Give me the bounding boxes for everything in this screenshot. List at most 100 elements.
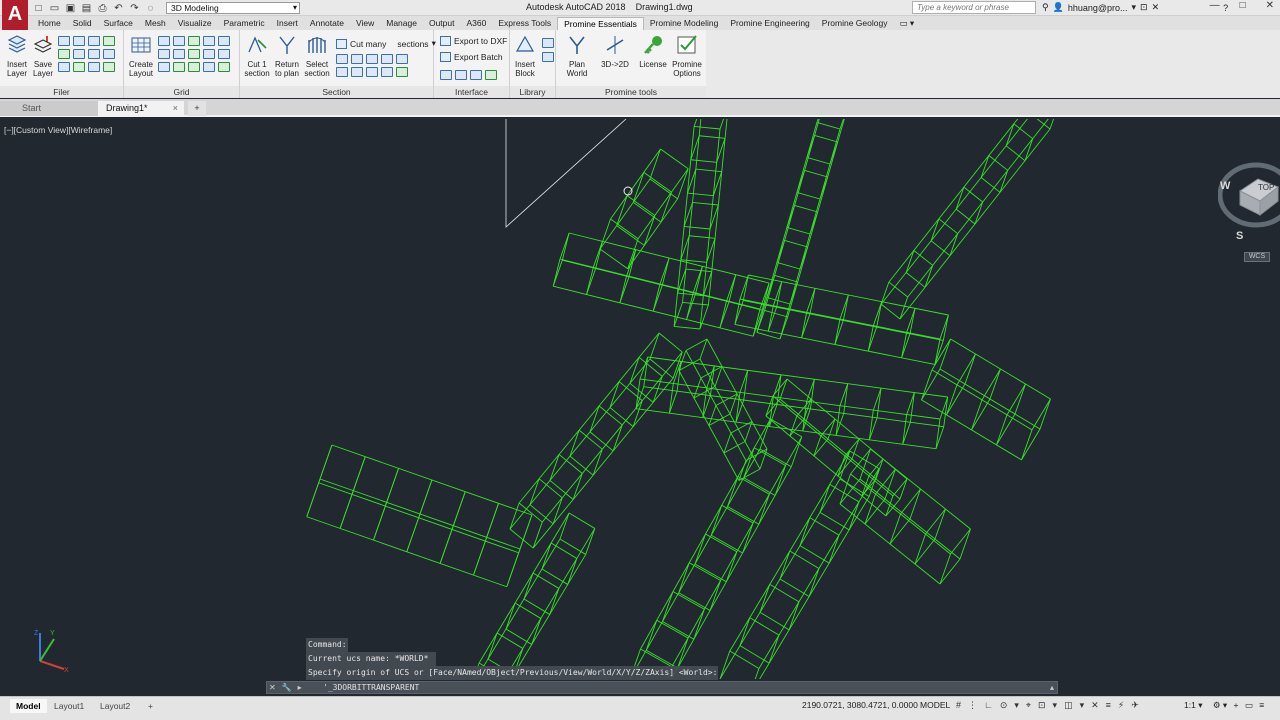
coordinate-readout[interactable]: 2190.0721, 3080.4721, 0.0000 bbox=[802, 700, 918, 710]
tool-icon[interactable] bbox=[88, 62, 100, 72]
command-line[interactable]: ✕ 🔧 ▸ '_3DORBITTRANSPARENT ▴ bbox=[266, 681, 1058, 694]
osnap-icon[interactable]: ⊡ bbox=[1038, 700, 1046, 711]
license-button[interactable]: License bbox=[638, 34, 668, 69]
section-tool-icon[interactable] bbox=[351, 67, 363, 77]
panel-title-section[interactable]: Section bbox=[240, 86, 433, 98]
account-name[interactable]: hhuang@pro... bbox=[1068, 3, 1128, 13]
lineweight-icon[interactable]: ≡ bbox=[1106, 700, 1111, 711]
minimize-icon[interactable]: — bbox=[1210, 0, 1220, 11]
binoculars-icon[interactable]: ⚲ bbox=[1042, 2, 1049, 13]
selection-cycling-icon[interactable]: ✈ bbox=[1131, 700, 1139, 711]
workspace-selector[interactable]: 3D Modeling ▾ bbox=[166, 2, 300, 14]
drawing-viewport[interactable]: [−][Custom View][Wireframe] TOP W S WCS … bbox=[0, 119, 1280, 679]
grid-icon[interactable] bbox=[203, 36, 215, 46]
ribbon-tab-parametric[interactable]: Parametric bbox=[218, 17, 271, 30]
grid-icon[interactable] bbox=[158, 62, 170, 72]
grid-icon[interactable] bbox=[173, 36, 185, 46]
tool-icon[interactable] bbox=[58, 62, 70, 72]
grid-icon[interactable] bbox=[203, 62, 215, 72]
grid-icon[interactable] bbox=[203, 49, 215, 59]
ribbon-tab-express-tools[interactable]: Express Tools bbox=[492, 17, 557, 30]
grid-icon[interactable]: # bbox=[956, 700, 961, 711]
panel-title-promine-tools[interactable]: Promine tools bbox=[556, 86, 706, 98]
ribbon-tab-promine-essentials[interactable]: Promine Essentials bbox=[557, 17, 644, 30]
section-tool-icon[interactable] bbox=[366, 54, 378, 64]
tab-layout1[interactable]: Layout1 bbox=[48, 699, 90, 713]
isodraft-icon[interactable]: ⌖ bbox=[1026, 700, 1031, 711]
interface-tool-icon[interactable] bbox=[440, 70, 452, 80]
tab-start[interactable]: Start bbox=[0, 101, 98, 116]
library-tool-icon[interactable] bbox=[542, 52, 554, 62]
ribbon-tab-promine-geology[interactable]: Promine Geology bbox=[816, 17, 894, 30]
new-icon[interactable]: □ bbox=[32, 2, 45, 15]
ribbon-tab-home[interactable]: Home bbox=[32, 17, 67, 30]
interface-tool-icon[interactable] bbox=[470, 70, 482, 80]
ribbon-tab-annotate[interactable]: Annotate bbox=[304, 17, 350, 30]
tool-icon[interactable] bbox=[103, 36, 115, 46]
interface-tool-icon[interactable] bbox=[455, 70, 467, 80]
ribbon-tab-insert[interactable]: Insert bbox=[271, 17, 304, 30]
close-icon[interactable]: × bbox=[173, 101, 178, 116]
promine-options-button[interactable]: Promine Options bbox=[670, 34, 704, 78]
ribbon-tab-surface[interactable]: Surface bbox=[98, 17, 139, 30]
print-icon[interactable]: ⎙ bbox=[96, 2, 109, 15]
cart-icon[interactable]: ⊡ bbox=[1140, 2, 1148, 13]
redo-icon[interactable]: ↷ bbox=[128, 2, 141, 15]
save-as-icon[interactable]: ▤ bbox=[80, 2, 93, 15]
return-to-plan-button[interactable]: Return to plan bbox=[272, 34, 302, 78]
grid-icon[interactable] bbox=[218, 62, 230, 72]
tool-icon[interactable] bbox=[58, 49, 70, 59]
viewcube[interactable]: TOP W S bbox=[1218, 159, 1280, 249]
select-section-button[interactable]: Select section bbox=[302, 34, 332, 78]
model-space-toggle[interactable]: MODEL bbox=[920, 700, 950, 710]
open-icon[interactable]: ▭ bbox=[48, 2, 61, 15]
tool-icon[interactable] bbox=[73, 62, 85, 72]
command-input[interactable]: '_3DORBITTRANSPARENT bbox=[323, 682, 419, 694]
panel-title-interface[interactable]: Interface bbox=[434, 86, 509, 98]
section-tool-icon[interactable] bbox=[381, 67, 393, 77]
customize-icon[interactable]: ≡ bbox=[1259, 700, 1264, 710]
ribbon-tab-solid[interactable]: Solid bbox=[67, 17, 98, 30]
tab-drawing1[interactable]: Drawing1* × bbox=[98, 101, 184, 116]
add-layout-button[interactable]: + bbox=[142, 699, 159, 713]
command-prompt-icon[interactable]: ▸ bbox=[298, 682, 302, 694]
snap-icon[interactable]: ⋮ bbox=[968, 700, 977, 711]
library-tool-icon[interactable] bbox=[542, 38, 554, 48]
3d-osnap-icon[interactable]: ◫ bbox=[1064, 700, 1073, 711]
settings-icon[interactable]: ⚙ bbox=[1213, 700, 1221, 710]
section-tool-icon[interactable] bbox=[336, 54, 348, 64]
chevron-down-icon[interactable]: ▾ bbox=[1014, 700, 1019, 711]
ribbon-minimize-icon[interactable]: ▭ ▾ bbox=[893, 17, 920, 30]
tool-icon[interactable] bbox=[58, 36, 70, 46]
chevron-up-icon[interactable]: ▴ bbox=[1050, 682, 1054, 694]
polar-icon[interactable]: ⊙ bbox=[1000, 700, 1008, 711]
panel-title-grid[interactable]: Grid bbox=[124, 86, 239, 98]
ribbon-tab-output[interactable]: Output bbox=[423, 17, 461, 30]
annotation-scale[interactable]: 1:1 ▾ ⚙ ▾ + ▭ ≡ bbox=[1184, 700, 1264, 711]
save-icon[interactable]: ▣ bbox=[64, 2, 77, 15]
ribbon-tab-a360[interactable]: A360 bbox=[460, 17, 492, 30]
tool-icon[interactable] bbox=[88, 36, 100, 46]
viewport-controls-label[interactable]: [−][Custom View][Wireframe] bbox=[4, 125, 112, 135]
wcs-menu[interactable]: WCS bbox=[1244, 252, 1270, 262]
search-input[interactable]: Type a keyword or phrase bbox=[912, 1, 1036, 14]
tab-layout2[interactable]: Layout2 bbox=[94, 699, 136, 713]
ribbon-tab-visualize[interactable]: Visualize bbox=[172, 17, 218, 30]
grid-icon[interactable] bbox=[158, 49, 170, 59]
plus-icon[interactable]: + bbox=[1234, 700, 1239, 710]
grid-icon[interactable] bbox=[218, 36, 230, 46]
grid-icon[interactable] bbox=[188, 49, 200, 59]
grid-icon[interactable] bbox=[188, 36, 200, 46]
ribbon-tab-mesh[interactable]: Mesh bbox=[139, 17, 172, 30]
grid-icon[interactable] bbox=[173, 49, 185, 59]
section-tool-icon[interactable] bbox=[396, 54, 408, 64]
grid-icon[interactable] bbox=[188, 62, 200, 72]
grid-icon[interactable] bbox=[218, 49, 230, 59]
create-layout-button[interactable]: Create Layout bbox=[126, 34, 156, 78]
new-tab-button[interactable]: + bbox=[188, 101, 206, 116]
undo-icon[interactable]: ↶ bbox=[112, 2, 125, 15]
ribbon-tab-view[interactable]: View bbox=[350, 17, 380, 30]
panel-title-library[interactable]: Library bbox=[510, 86, 555, 98]
maximize-icon[interactable]: □ bbox=[1240, 0, 1246, 11]
tool-icon[interactable] bbox=[73, 36, 85, 46]
